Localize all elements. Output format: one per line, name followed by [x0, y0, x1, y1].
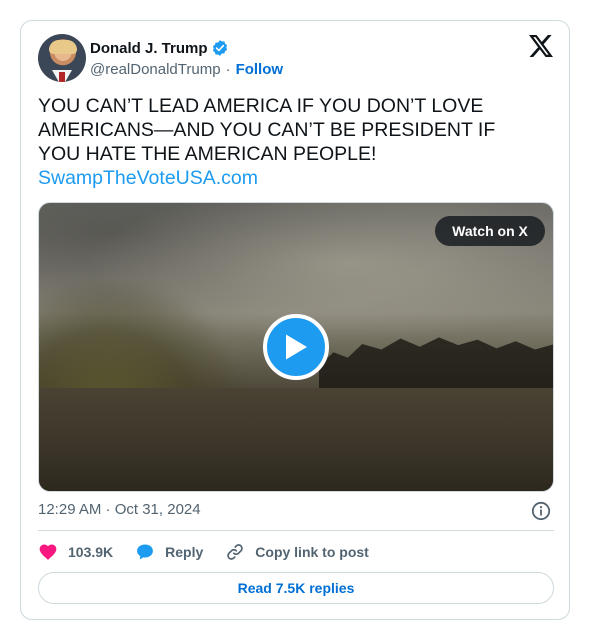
watch-on-x-button[interactable]: Watch on X	[435, 216, 545, 246]
post-timestamp[interactable]: 12:29 AM · Oct 31, 2024	[38, 500, 201, 520]
post-text: YOU CAN’T LEAD AMERICA IF YOU DON’T LOVE…	[38, 95, 496, 165]
copy-link-label: Copy link to post	[255, 544, 369, 560]
read-replies-button[interactable]: Read 7.5K replies	[38, 572, 554, 604]
reply-label: Reply	[165, 544, 204, 560]
reply-button[interactable]: Reply	[135, 540, 203, 564]
author-name-row: Donald J. Trump	[90, 38, 229, 58]
avatar-hair	[49, 40, 77, 54]
play-icon	[286, 334, 307, 360]
video-frame-field	[39, 388, 553, 491]
post-link[interactable]: SwampTheVoteUSA.com	[38, 166, 258, 190]
embedded-post-card: Donald J. Trump @realDonaldTrump · Follo…	[20, 20, 570, 620]
video-player[interactable]: Watch on X	[38, 202, 554, 492]
author-handle[interactable]: @realDonaldTrump	[90, 61, 221, 78]
reply-bubble-icon	[137, 544, 154, 560]
author-handle-row: @realDonaldTrump · Follow	[90, 59, 283, 79]
heart-icon	[39, 544, 57, 560]
like-button[interactable]: 103.9K	[38, 540, 113, 564]
like-count: 103.9K	[68, 544, 114, 560]
link-icon	[227, 544, 244, 560]
copy-link-button[interactable]: Copy link to post	[225, 540, 369, 564]
info-icon[interactable]	[531, 501, 551, 521]
follow-link[interactable]: Follow	[236, 61, 284, 78]
avatar[interactable]	[38, 34, 86, 82]
verified-badge-icon	[212, 40, 227, 56]
action-bar: 103.9K Reply Copy link to post	[38, 540, 391, 564]
x-logo-icon[interactable]	[529, 35, 553, 57]
author-display-name[interactable]: Donald J. Trump	[90, 40, 208, 57]
play-button[interactable]	[263, 314, 329, 380]
separator-dot: ·	[225, 60, 231, 78]
divider	[38, 530, 554, 531]
avatar-tie	[59, 72, 65, 82]
